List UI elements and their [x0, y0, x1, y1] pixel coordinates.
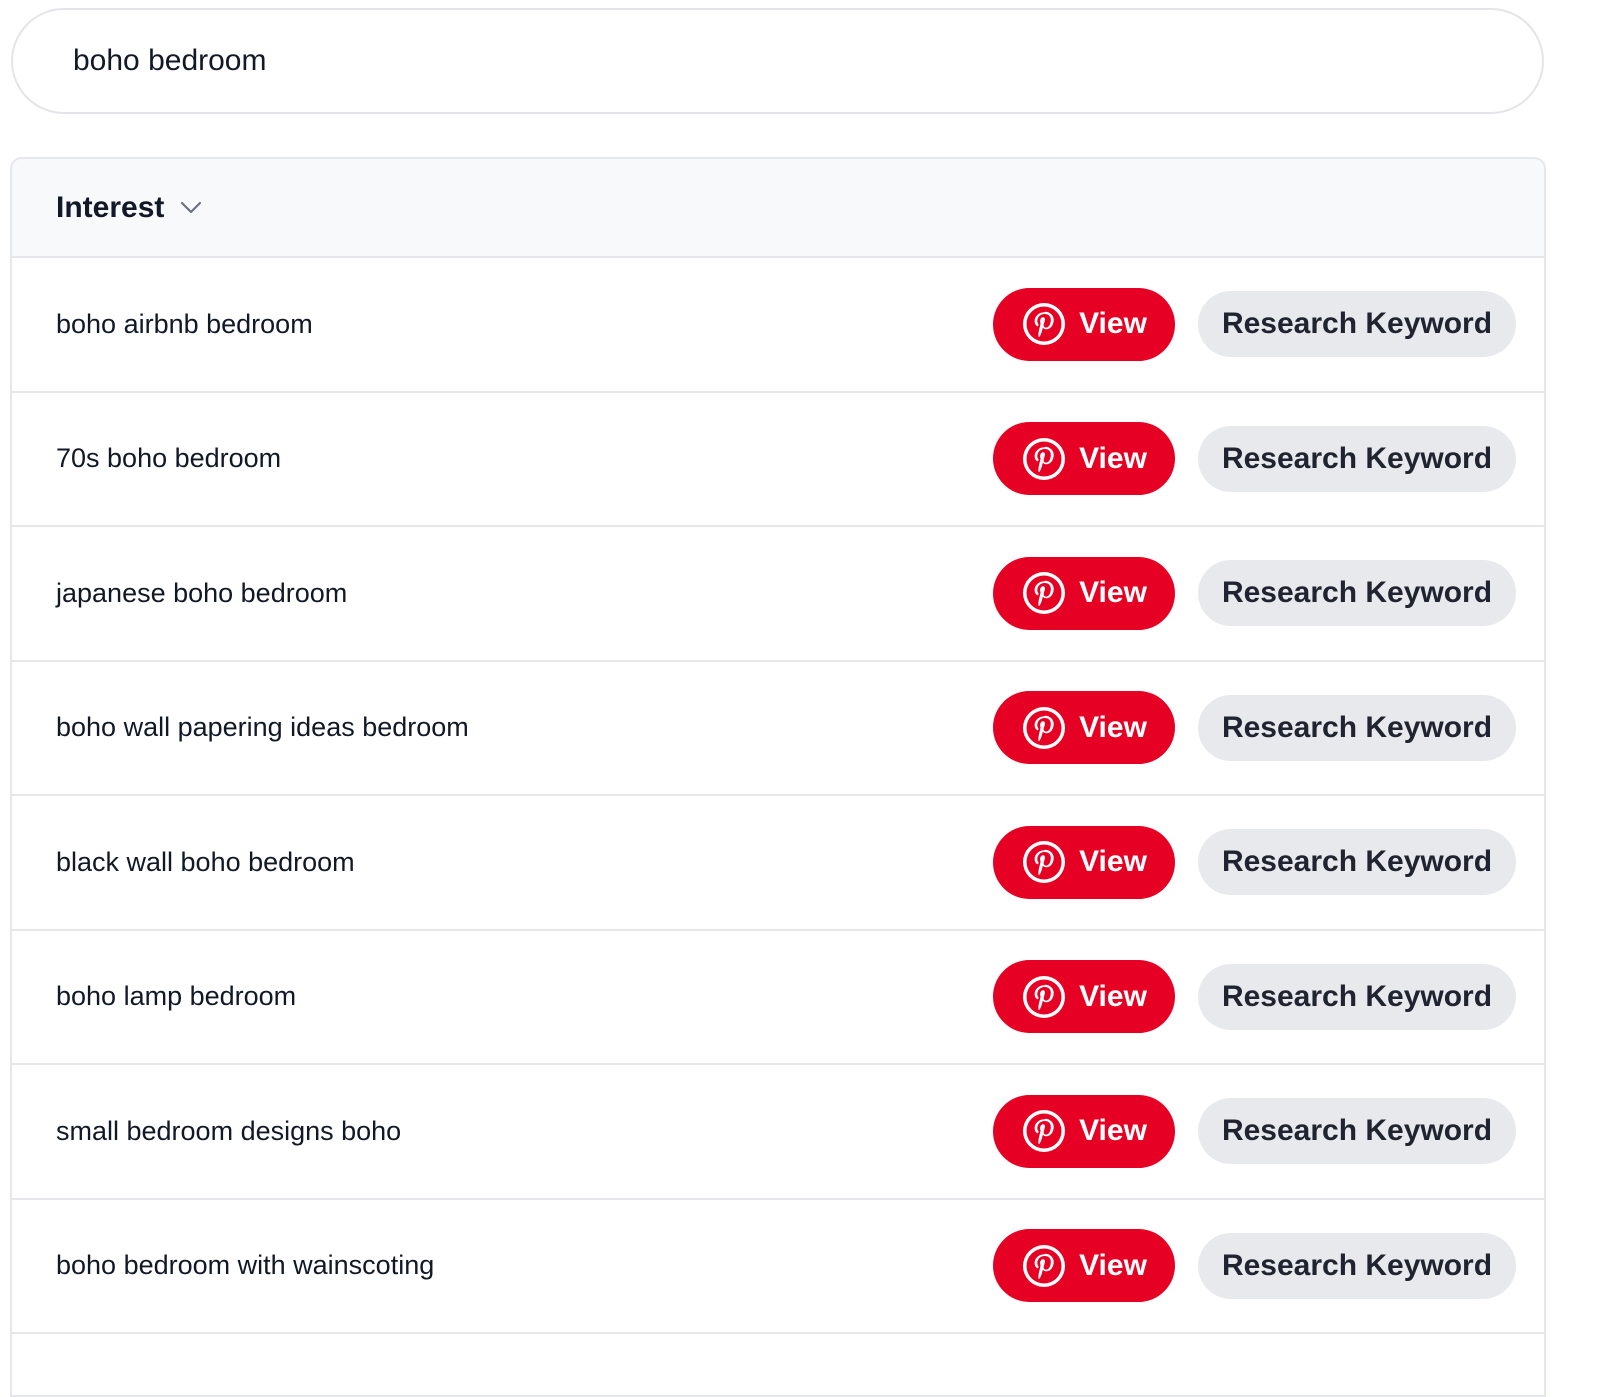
table-row: boho lamp bedroom View Research Keyword	[12, 931, 1544, 1065]
view-on-pinterest-button[interactable]: View	[993, 422, 1175, 496]
table-row: black wall boho bedroom View Research Keyw…	[12, 796, 1544, 931]
keyword-label: boho bedroom with wainscoting	[56, 1250, 435, 1281]
keyword-label: boho airbnb bedroom	[56, 308, 313, 339]
table-row: 70s boho bedroom View Research Keyword	[12, 393, 1544, 527]
research-keyword-button[interactable]: Research Keyword	[1198, 829, 1516, 896]
keyword-label: boho lamp bedroom	[56, 981, 297, 1012]
table-header: Interest	[12, 159, 1544, 258]
pinterest-icon	[1021, 974, 1067, 1020]
keyword-label: 70s boho bedroom	[56, 443, 282, 474]
search-input[interactable]	[73, 44, 1542, 78]
keyword-table: Interest boho airbnb bedroom View Research…	[10, 157, 1546, 1397]
interest-column-header[interactable]: Interest	[56, 191, 164, 225]
view-on-pinterest-button[interactable]: View	[993, 1094, 1175, 1168]
view-on-pinterest-button[interactable]: View	[993, 825, 1175, 899]
research-keyword-label: Research Keyword	[1221, 576, 1493, 610]
search-field[interactable]	[11, 8, 1544, 114]
view-on-pinterest-button[interactable]: View	[993, 960, 1175, 1034]
table-row: boho bedroom with wainscoting View Researc…	[12, 1200, 1544, 1334]
pinterest-icon	[1021, 705, 1067, 751]
view-button-label: View	[1079, 1248, 1147, 1282]
view-on-pinterest-button[interactable]: View	[993, 287, 1175, 361]
keyword-label: boho wall papering ideas bedroom	[56, 712, 469, 743]
view-button-label: View	[1079, 441, 1147, 475]
view-on-pinterest-button[interactable]: View	[993, 556, 1175, 630]
pinterest-icon	[1021, 436, 1067, 482]
keyword-label: japanese boho bedroom	[56, 577, 348, 608]
research-keyword-label: Research Keyword	[1221, 307, 1493, 341]
table-row: japanese boho bedroom View Research Keywor…	[12, 527, 1544, 662]
view-button-label: View	[1079, 1114, 1147, 1148]
view-button-label: View	[1079, 979, 1147, 1013]
pinterest-icon	[1021, 301, 1067, 347]
view-on-pinterest-button[interactable]: View	[993, 1229, 1175, 1303]
table-body: boho airbnb bedroom View Research Keyword 7…	[12, 258, 1544, 1334]
research-keyword-button[interactable]: Research Keyword	[1198, 1232, 1516, 1299]
research-keyword-button[interactable]: Research Keyword	[1198, 963, 1516, 1030]
view-button-label: View	[1079, 576, 1147, 610]
table-row: small bedroom designs boho View Research K…	[12, 1065, 1544, 1200]
view-button-label: View	[1079, 307, 1147, 341]
pinterest-icon	[1021, 1108, 1067, 1154]
table-row: boho airbnb bedroom View Research Keyword	[12, 258, 1544, 393]
pinterest-icon	[1021, 839, 1067, 885]
research-keyword-button[interactable]: Research Keyword	[1198, 560, 1516, 627]
pinterest-icon	[1021, 570, 1067, 616]
research-keyword-label: Research Keyword	[1221, 1248, 1493, 1282]
research-keyword-label: Research Keyword	[1221, 979, 1493, 1013]
research-keyword-label: Research Keyword	[1221, 441, 1493, 475]
research-keyword-label: Research Keyword	[1221, 710, 1493, 744]
research-keyword-label: Research Keyword	[1221, 1114, 1493, 1148]
research-keyword-button[interactable]: Research Keyword	[1198, 1098, 1516, 1165]
keyword-label: small bedroom designs boho	[56, 1115, 402, 1146]
chevron-down-icon[interactable]	[180, 197, 202, 219]
research-keyword-button[interactable]: Research Keyword	[1198, 425, 1516, 492]
research-keyword-button[interactable]: Research Keyword	[1198, 694, 1516, 761]
research-keyword-label: Research Keyword	[1221, 845, 1493, 879]
pinterest-icon	[1021, 1243, 1067, 1289]
table-row: boho wall papering ideas bedroom View Rese…	[12, 662, 1544, 796]
view-button-label: View	[1079, 710, 1147, 744]
view-button-label: View	[1079, 845, 1147, 879]
research-keyword-button[interactable]: Research Keyword	[1198, 291, 1516, 358]
view-on-pinterest-button[interactable]: View	[993, 691, 1175, 765]
keyword-label: black wall boho bedroom	[56, 846, 355, 877]
